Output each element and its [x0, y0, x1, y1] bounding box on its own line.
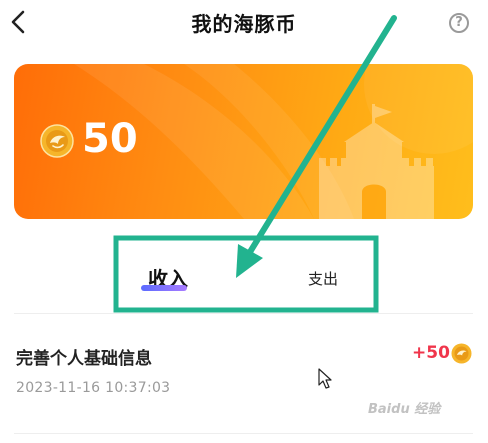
balance-value: 50: [82, 116, 138, 162]
record-title: 完善个人基础信息: [16, 349, 152, 369]
record-tabs: 收入 支出: [114, 238, 376, 310]
active-tab-indicator: [141, 285, 187, 291]
question-circle-icon[interactable]: ?: [449, 13, 469, 33]
dolphin-coin-icon: [40, 124, 74, 158]
record-time: 2023-11-16 10:37:03: [16, 380, 171, 396]
castle-icon: [319, 104, 434, 219]
page-title: 我的海豚币: [191, 12, 297, 36]
divider: [14, 433, 473, 434]
balance-card: 50: [14, 64, 473, 219]
watermark: Baidu 经验: [368, 402, 441, 417]
record-amount: +50: [412, 343, 450, 363]
dolphin-coin-icon: [451, 343, 472, 364]
tab-expense[interactable]: 支出: [308, 268, 338, 289]
mouse-cursor-icon: [318, 368, 332, 389]
header-bar: 我的海豚币 ?: [0, 0, 488, 48]
divider: [14, 313, 473, 314]
